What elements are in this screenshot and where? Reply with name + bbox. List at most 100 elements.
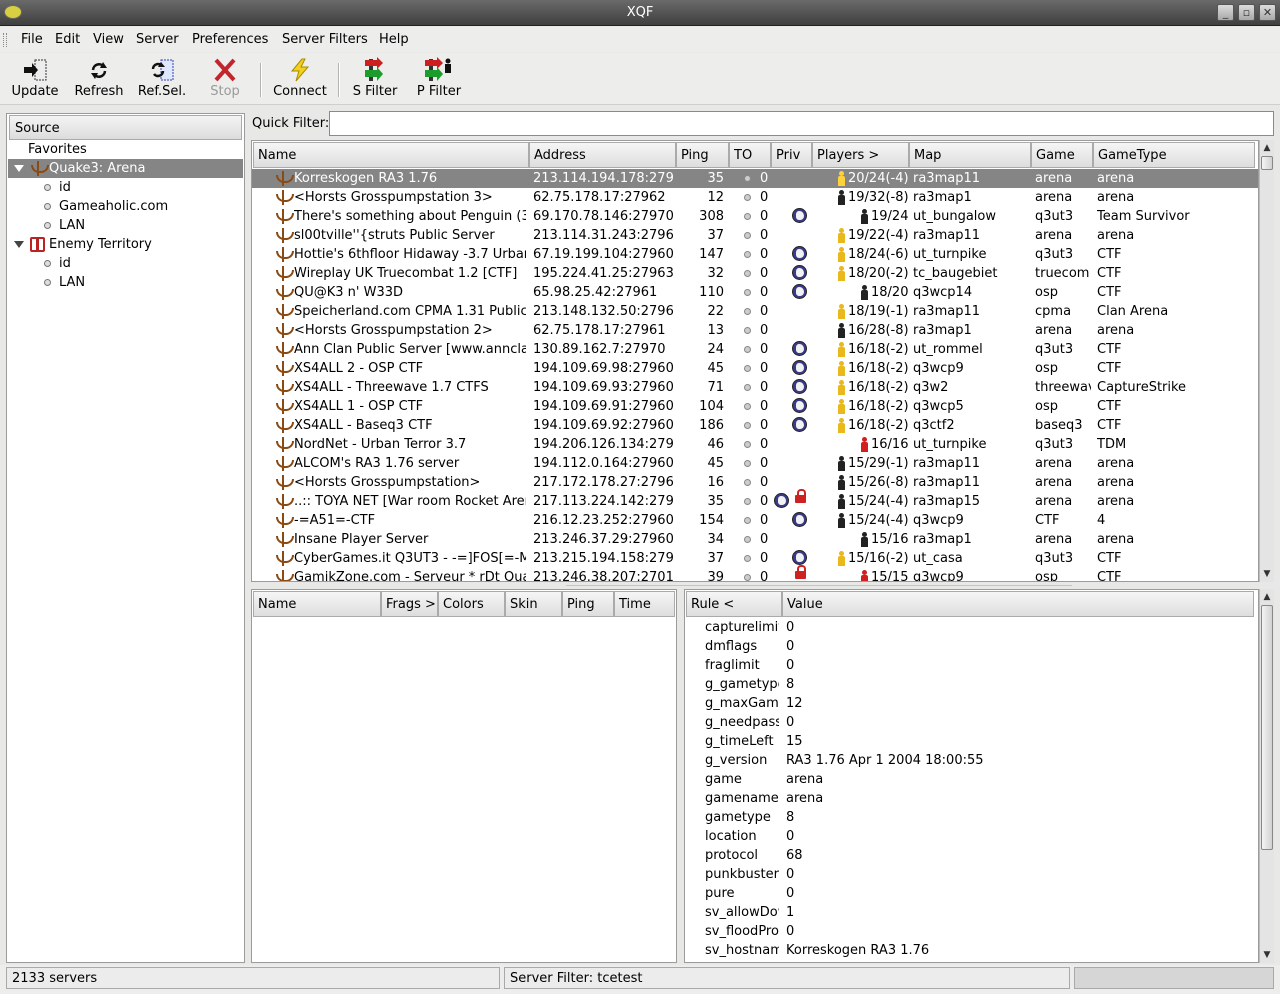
source-q3-gameaholic[interactable]: Gameaholic.com xyxy=(8,197,243,216)
rule-row[interactable]: capturelimit 0 xyxy=(685,618,1258,637)
col-ping[interactable]: Ping xyxy=(676,142,729,168)
source-q3-id[interactable]: id xyxy=(8,178,243,197)
scroll-down-icon[interactable]: ▼ xyxy=(1261,949,1273,961)
server-list-scrollbar[interactable]: ▲ ▼ xyxy=(1259,140,1274,582)
scroll-down-icon[interactable]: ▼ xyxy=(1261,568,1273,580)
server-row[interactable]: sl00tville''{struts Public Server 213.114… xyxy=(252,226,1258,245)
quake3-icon xyxy=(275,551,294,566)
menubar-grip[interactable] xyxy=(3,33,7,47)
rule-row[interactable]: g_version RA3 1.76 Apr 1 2004 18:00:55 xyxy=(685,751,1258,770)
rule-row[interactable]: pure 0 xyxy=(685,884,1258,903)
server-row[interactable]: GamikZone.com - Serveur * rDt Qua 213.246… xyxy=(252,565,1258,581)
source-et-id[interactable]: id xyxy=(8,254,243,273)
server-row[interactable]: CyberGames.it Q3UT3 - -=]FOS[=-M 213.215.… xyxy=(252,549,1258,568)
source-column-header[interactable]: Source xyxy=(9,115,242,140)
menu-help[interactable]: Help xyxy=(379,32,409,47)
maximize-icon[interactable]: ▫ xyxy=(1238,4,1255,21)
server-row[interactable]: There's something about Penguin (3 69.170… xyxy=(252,207,1258,226)
col-frags[interactable]: Frags > xyxy=(381,591,438,617)
col-skin[interactable]: Skin xyxy=(505,591,562,617)
rule-row[interactable]: sv_floodProtect 0 xyxy=(685,922,1258,941)
scroll-up-icon[interactable]: ▲ xyxy=(1261,142,1273,154)
rule-row[interactable]: punkbuster 0 xyxy=(685,865,1258,884)
server-row[interactable]: XS4ALL 2 - OSP CTF 194.109.69.98:27960 45 0… xyxy=(252,359,1258,378)
rule-row[interactable]: game arena xyxy=(685,770,1258,789)
player-filter-button[interactable]: P Filter xyxy=(412,57,466,103)
menu-edit[interactable]: Edit xyxy=(55,32,80,47)
server-row[interactable]: Korreskogen RA3 1.76 213.114.194.178:2796… xyxy=(252,169,1258,188)
server-filter-button[interactable]: S Filter xyxy=(348,57,402,103)
server-row[interactable]: Hottie's 6thfloor Hidaway -3.7 Urban 67.1… xyxy=(252,245,1258,264)
update-button[interactable]: Update xyxy=(8,57,62,103)
col-value[interactable]: Value xyxy=(782,591,1254,617)
close-icon[interactable]: ✕ xyxy=(1259,4,1276,21)
server-row[interactable]: XS4ALL 1 - OSP CTF 194.109.69.91:27960 104… xyxy=(252,397,1258,416)
rule-row[interactable]: g_maxGameClients 12 xyxy=(685,694,1258,713)
pane-divider[interactable] xyxy=(566,585,1072,586)
rule-row[interactable]: sv_allowDownload 1 xyxy=(685,903,1258,922)
col-map[interactable]: Map xyxy=(909,142,1031,168)
col-address[interactable]: Address xyxy=(529,142,676,168)
expander-icon[interactable] xyxy=(14,241,24,248)
col-rule[interactable]: Rule < xyxy=(686,591,782,617)
scroll-thumb[interactable] xyxy=(1261,156,1273,170)
server-row[interactable]: ALCOM's RA3 1.76 server 194.112.0.164:279… xyxy=(252,454,1258,473)
col-colors[interactable]: Colors xyxy=(438,591,505,617)
rule-row[interactable]: g_needpass 0 xyxy=(685,713,1258,732)
server-row[interactable]: Insane Player Server 213.246.37.29:27960 3… xyxy=(252,530,1258,549)
server-row[interactable]: <Horsts Grosspumpstation> 217.172.178.27:… xyxy=(252,473,1258,492)
minimize-icon[interactable]: _ xyxy=(1217,4,1234,21)
col-to[interactable]: TO xyxy=(729,142,771,168)
source-favorites[interactable]: Favorites xyxy=(8,140,243,159)
connect-button[interactable]: Connect xyxy=(270,57,330,103)
rule-row[interactable]: g_gametype 8 xyxy=(685,675,1258,694)
scroll-thumb[interactable] xyxy=(1261,605,1273,850)
server-row[interactable]: QU@K3 n' W33D 65.98.25.42:27961 110 0 18/20 q… xyxy=(252,283,1258,302)
rule-row[interactable]: protocol 68 xyxy=(685,846,1258,865)
col-time[interactable]: Time xyxy=(614,591,675,617)
col-name[interactable]: Name xyxy=(253,142,529,168)
rule-row[interactable]: location 0 xyxy=(685,827,1258,846)
rule-row[interactable]: gamename arena xyxy=(685,789,1258,808)
rule-row[interactable]: sv_hostname Korreskogen RA3 1.76 xyxy=(685,941,1258,960)
col-player-name[interactable]: Name xyxy=(253,591,381,617)
source-enemy-territory[interactable]: Enemy Territory xyxy=(8,235,243,254)
server-row[interactable]: Wireplay UK Truecombat 1.2 [CTF] 195.224.… xyxy=(252,264,1258,283)
menu-server-filters[interactable]: Server Filters xyxy=(282,32,368,47)
col-player-ping[interactable]: Ping xyxy=(562,591,614,617)
rule-row[interactable]: fraglimit 0 xyxy=(685,656,1258,675)
col-priv[interactable]: Priv xyxy=(771,142,812,168)
server-map: ut_bungalow xyxy=(913,209,996,224)
refresh-button[interactable]: Refresh xyxy=(72,57,126,103)
scroll-up-icon[interactable]: ▲ xyxy=(1261,591,1273,603)
col-game[interactable]: Game xyxy=(1031,142,1093,168)
quick-filter-input[interactable] xyxy=(329,111,1274,136)
menu-server[interactable]: Server xyxy=(136,32,179,47)
rule-row[interactable]: gametype 8 xyxy=(685,808,1258,827)
server-game: q3ut3 xyxy=(1035,551,1074,566)
expander-icon[interactable] xyxy=(14,165,24,172)
menu-view[interactable]: View xyxy=(93,32,124,47)
server-row[interactable]: XS4ALL - Threewave 1.7 CTFS 194.109.69.93… xyxy=(252,378,1258,397)
rule-row[interactable]: dmflags 0 xyxy=(685,637,1258,656)
rules-scrollbar[interactable]: ▲ ▼ xyxy=(1259,589,1274,963)
server-row[interactable]: XS4ALL - Baseq3 CTF 194.109.69.92:27960 18… xyxy=(252,416,1258,435)
server-row[interactable]: NordNet - Urban Terror 3.7 194.206.126.13… xyxy=(252,435,1258,454)
server-row[interactable]: <Horsts Grosspumpstation 2> 62.75.178.17:… xyxy=(252,321,1258,340)
server-row[interactable]: <Horsts Grosspumpstation 3> 62.75.178.17:… xyxy=(252,188,1258,207)
refresh-selected-button[interactable]: Ref.Sel. xyxy=(135,57,189,103)
col-players[interactable]: Players > xyxy=(812,142,909,168)
source-quake3-arena[interactable]: Quake3: Arena xyxy=(8,159,243,178)
server-row[interactable]: Speicherland.com CPMA 1.31 Public 213.148… xyxy=(252,302,1258,321)
server-gametype: arena xyxy=(1097,532,1135,547)
stop-button[interactable]: Stop xyxy=(198,57,252,103)
server-row[interactable]: Ann Clan Public Server [www.annclan 130.8… xyxy=(252,340,1258,359)
source-et-lan[interactable]: LAN xyxy=(8,273,243,292)
server-row[interactable]: -=A51=-CTF 216.12.23.252:27960 154 0 15/24(-… xyxy=(252,511,1258,530)
rule-row[interactable]: g_timeLeft 15 xyxy=(685,732,1258,751)
menu-file[interactable]: File xyxy=(21,32,43,47)
source-q3-lan[interactable]: LAN xyxy=(8,216,243,235)
menu-preferences[interactable]: Preferences xyxy=(192,32,268,47)
server-row[interactable]: ..:: TOYA NET [War room Rocket Aren 217.1… xyxy=(252,489,1258,511)
col-gametype[interactable]: GameType xyxy=(1093,142,1255,168)
